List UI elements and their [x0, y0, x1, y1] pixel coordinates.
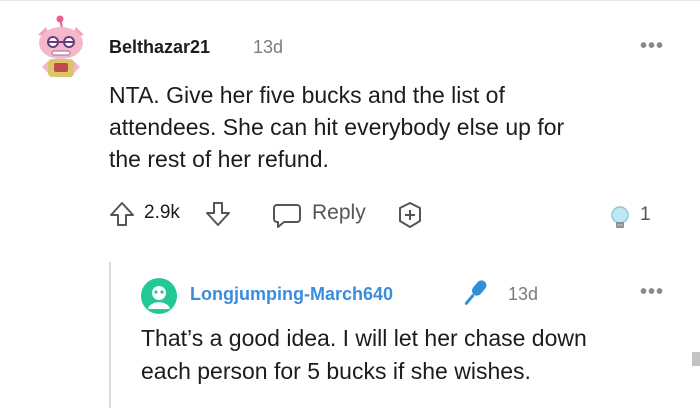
top-divider	[0, 0, 700, 1]
reply-timestamp[interactable]: 13d	[508, 284, 538, 305]
reply-more-options-icon[interactable]: •••	[640, 281, 664, 304]
comment-actions: 2.9k Reply 1	[108, 198, 668, 230]
lightbulb-icon[interactable]	[608, 204, 632, 232]
comment-timestamp[interactable]: 13d	[253, 37, 283, 58]
reply-button[interactable]: Reply	[312, 201, 366, 225]
thread-line[interactable]	[109, 262, 111, 408]
award-icon[interactable]	[396, 201, 424, 229]
reply-line: each person for 5 bucks if she wishes.	[141, 358, 531, 384]
scrollbar-thumb[interactable]	[692, 352, 700, 366]
downvote-icon[interactable]	[204, 200, 232, 228]
comment-line: the rest of her refund.	[109, 146, 329, 172]
reply-avatar-icon[interactable]	[141, 278, 177, 314]
reply-body: That’s a good idea. I will let her chase…	[141, 322, 681, 388]
award-count: 1	[640, 204, 651, 225]
vote-count: 2.9k	[144, 202, 180, 223]
reply-author[interactable]: Longjumping-March640	[190, 284, 393, 305]
comment-line: NTA. Give her five bucks and the list of	[109, 82, 505, 108]
microphone-icon	[458, 276, 492, 310]
reply-icon[interactable]	[272, 201, 302, 229]
comment-line: attendees. She can hit everybody else up…	[109, 114, 565, 140]
upvote-icon[interactable]	[108, 200, 136, 228]
user-avatar[interactable]	[32, 15, 90, 81]
comment-body: NTA. Give her five bucks and the list of…	[109, 79, 669, 175]
reply-line: That’s a good idea. I will let her chase…	[141, 325, 587, 351]
comment-author[interactable]: Belthazar21	[109, 37, 210, 58]
more-options-icon[interactable]: •••	[640, 35, 664, 58]
